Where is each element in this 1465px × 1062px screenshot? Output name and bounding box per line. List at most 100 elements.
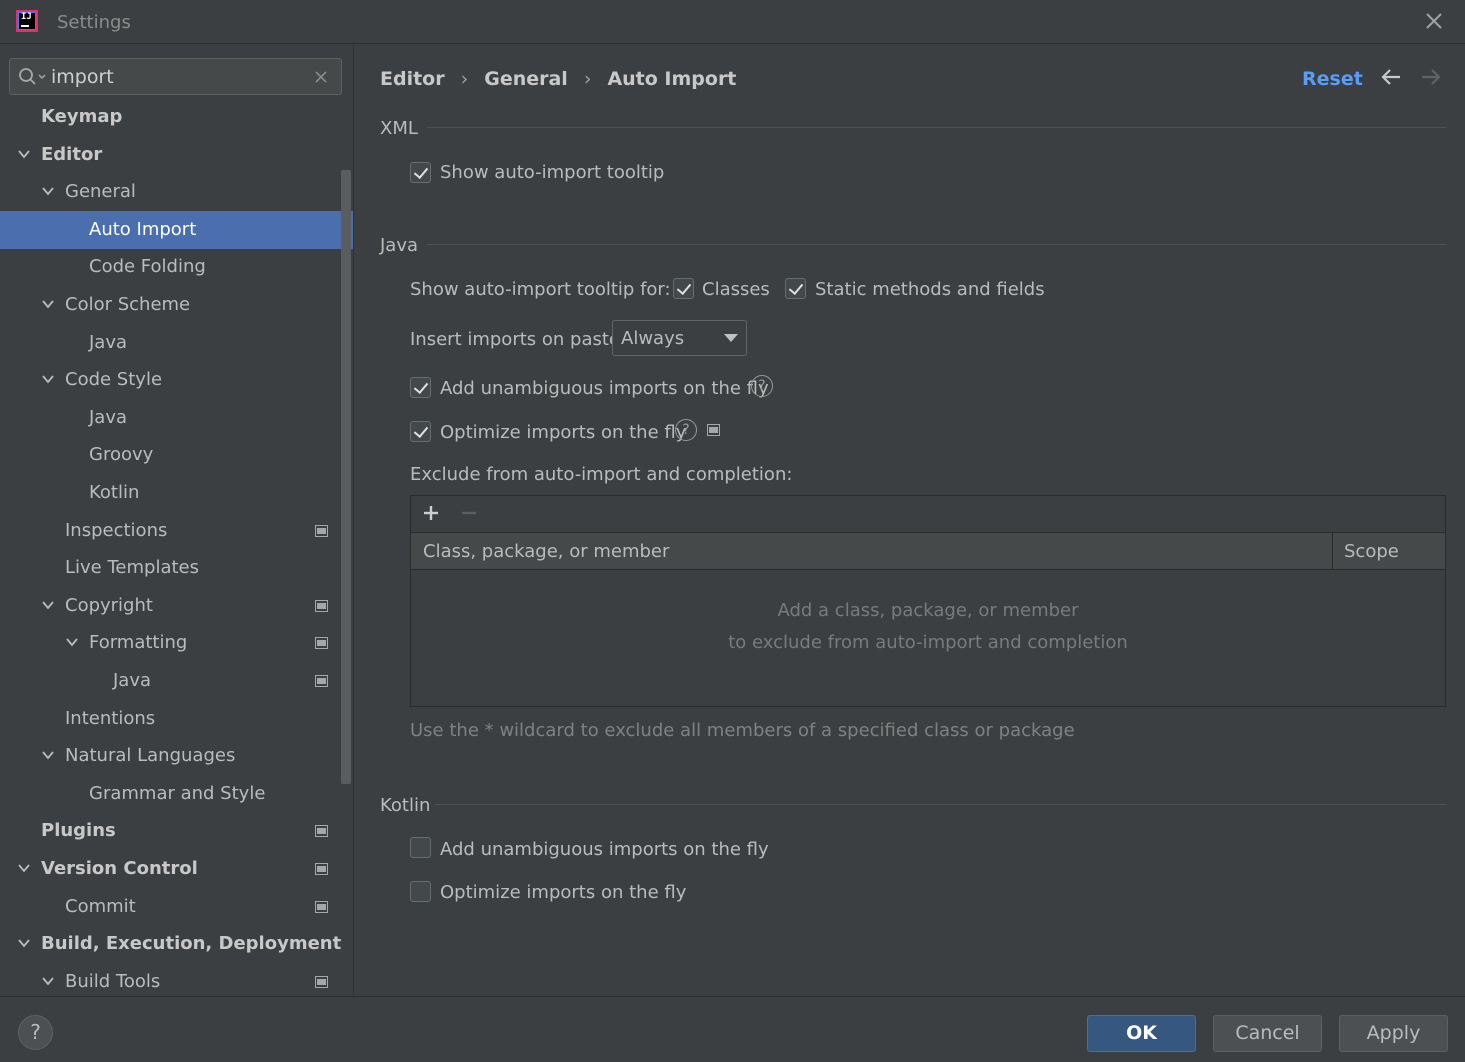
sidebar-item[interactable]: Version Control — [0, 850, 353, 888]
search-input[interactable]: import — [51, 66, 114, 88]
java-optimize-label[interactable]: Optimize imports on the fly — [440, 422, 686, 443]
dialog-footer: ? OK Cancel Apply — [0, 996, 1465, 1062]
insert-on-paste-value[interactable]: Always — [621, 328, 684, 349]
java-classes-label[interactable]: Classes — [702, 279, 770, 300]
forward-arrow-icon[interactable] — [1419, 66, 1443, 88]
help-button[interactable]: ? — [18, 1015, 53, 1050]
exclude-label: Exclude from auto-import and completion: — [410, 464, 793, 485]
table-empty-text: to exclude from auto-import and completi… — [728, 632, 1128, 653]
sidebar-scrollbar[interactable] — [341, 170, 351, 784]
insert-on-paste-select[interactable]: Always — [612, 320, 747, 356]
breadcrumb-auto-import: Auto Import — [607, 68, 737, 90]
kotlin-optimize-checkbox[interactable] — [410, 881, 431, 902]
sidebar-item[interactable]: Formatting — [0, 624, 353, 662]
column-header-scope[interactable]: Scope — [1344, 541, 1399, 562]
java-optimize-checkbox[interactable] — [410, 421, 431, 442]
search-field[interactable]: import — [9, 58, 342, 95]
sidebar-item-label: Groovy — [89, 444, 154, 465]
xml-show-tooltip-checkbox[interactable] — [410, 162, 431, 183]
sidebar-item-label: Version Control — [41, 858, 198, 879]
sidebar-item[interactable]: Natural Languages — [0, 737, 353, 775]
java-tooltip-for-label: Show auto-import tooltip for: — [410, 279, 671, 300]
sidebar-item-label: Intentions — [65, 708, 156, 729]
chevron-down-icon[interactable] — [42, 975, 54, 987]
sidebar-item[interactable]: Build, Execution, Deployment — [0, 925, 353, 963]
project-scope-icon — [707, 424, 720, 436]
sidebar-item[interactable]: Intentions — [0, 700, 353, 738]
sidebar-item[interactable]: Groovy — [0, 436, 353, 474]
sidebar-item-label: Plugins — [41, 820, 116, 841]
sidebar-item[interactable]: Build Tools — [0, 963, 353, 996]
chevron-down-icon[interactable] — [66, 636, 78, 648]
sidebar-item[interactable]: Plugins — [0, 812, 353, 850]
ok-button[interactable]: OK — [1087, 1015, 1196, 1052]
sidebar-item[interactable]: Java — [0, 662, 353, 700]
sidebar-item[interactable]: Kotlin — [0, 474, 353, 512]
sidebar-item[interactable]: General — [0, 173, 353, 211]
cancel-button[interactable]: Cancel — [1213, 1015, 1322, 1052]
sidebar-item[interactable]: Code Style — [0, 361, 353, 399]
add-icon[interactable] — [421, 503, 441, 523]
chevron-down-icon[interactable] — [42, 373, 54, 385]
java-add-unambiguous-checkbox[interactable] — [410, 377, 431, 398]
sidebar-item[interactable]: Inspections — [0, 512, 353, 550]
remove-icon — [462, 511, 476, 515]
chevron-down-icon[interactable] — [42, 749, 54, 761]
breadcrumb-editor[interactable]: Editor — [380, 68, 445, 90]
sidebar-item[interactable]: Java — [0, 324, 353, 362]
insert-on-paste-label: Insert imports on paste: — [410, 329, 627, 350]
sidebar-item-label: Build, Execution, Deployment — [41, 933, 342, 954]
breadcrumb-general[interactable]: General — [484, 68, 568, 90]
kotlin-add-unambiguous-label[interactable]: Add unambiguous imports on the fly — [440, 839, 769, 860]
java-add-unambiguous-label[interactable]: Add unambiguous imports on the fly — [440, 378, 769, 399]
table-header: Class, package, or member Scope — [411, 533, 1445, 570]
sidebar-item[interactable]: Commit — [0, 888, 353, 926]
settings-sidebar: import Keymap Editor General Auto Import Cod… — [0, 44, 354, 996]
sidebar-item[interactable]: Color Scheme — [0, 286, 353, 324]
apply-button[interactable]: Apply — [1339, 1015, 1448, 1052]
sidebar-item[interactable]: Live Templates — [0, 549, 353, 587]
column-header-member[interactable]: Class, package, or member — [423, 541, 669, 562]
java-classes-checkbox[interactable] — [673, 278, 694, 299]
chevron-down-icon[interactable] — [18, 862, 30, 874]
project-scope-icon — [315, 863, 328, 875]
sidebar-item[interactable]: Editor — [0, 136, 353, 174]
chevron-down-icon[interactable] — [724, 334, 738, 342]
clear-search-icon[interactable] — [314, 70, 328, 84]
java-section-title: Java — [380, 235, 419, 256]
chevron-down-icon[interactable] — [18, 148, 30, 160]
back-arrow-icon[interactable] — [1379, 66, 1403, 88]
java-static-members-checkbox[interactable] — [785, 278, 806, 299]
kotlin-optimize-label[interactable]: Optimize imports on the fly — [440, 882, 686, 903]
column-divider[interactable] — [1332, 533, 1333, 570]
close-icon[interactable] — [1423, 10, 1445, 32]
chevron-down-icon[interactable] — [18, 937, 30, 949]
reset-link[interactable]: Reset — [1302, 68, 1363, 90]
sidebar-item[interactable]: Copyright — [0, 587, 353, 625]
sidebar-item[interactable]: Grammar and Style — [0, 775, 353, 813]
sidebar-item-label: Keymap — [41, 106, 123, 127]
sidebar-item-label: Formatting — [89, 632, 188, 653]
table-empty-text: Add a class, package, or member — [777, 600, 1079, 621]
xml-section-divider — [427, 127, 1446, 128]
kotlin-add-unambiguous-checkbox[interactable] — [410, 837, 431, 858]
chevron-down-icon[interactable] — [42, 298, 54, 310]
project-scope-icon — [315, 901, 328, 913]
sidebar-item-label: Natural Languages — [65, 745, 236, 766]
sidebar-item[interactable]: Keymap — [0, 98, 353, 136]
chevron-down-icon[interactable] — [42, 599, 54, 611]
sidebar-item-label: Live Templates — [65, 557, 199, 578]
help-icon[interactable]: ? — [751, 375, 773, 397]
sidebar-item-label: Java — [113, 670, 152, 691]
search-icon[interactable] — [18, 67, 48, 87]
sidebar-item[interactable]: Java — [0, 399, 353, 437]
java-static-members-label[interactable]: Static methods and fields — [815, 279, 1045, 300]
sidebar-item-label: Grammar and Style — [89, 783, 266, 804]
sidebar-item[interactable]: Code Folding — [0, 248, 353, 286]
settings-content: Editor › General › Auto Import Reset XML Sho… — [355, 44, 1465, 996]
help-icon[interactable]: ? — [675, 419, 697, 441]
sidebar-item-label: Build Tools — [65, 971, 161, 992]
sidebar-item[interactable]: Auto Import — [0, 211, 353, 249]
xml-show-tooltip-label[interactable]: Show auto-import tooltip — [440, 162, 664, 183]
chevron-down-icon[interactable] — [42, 185, 54, 197]
